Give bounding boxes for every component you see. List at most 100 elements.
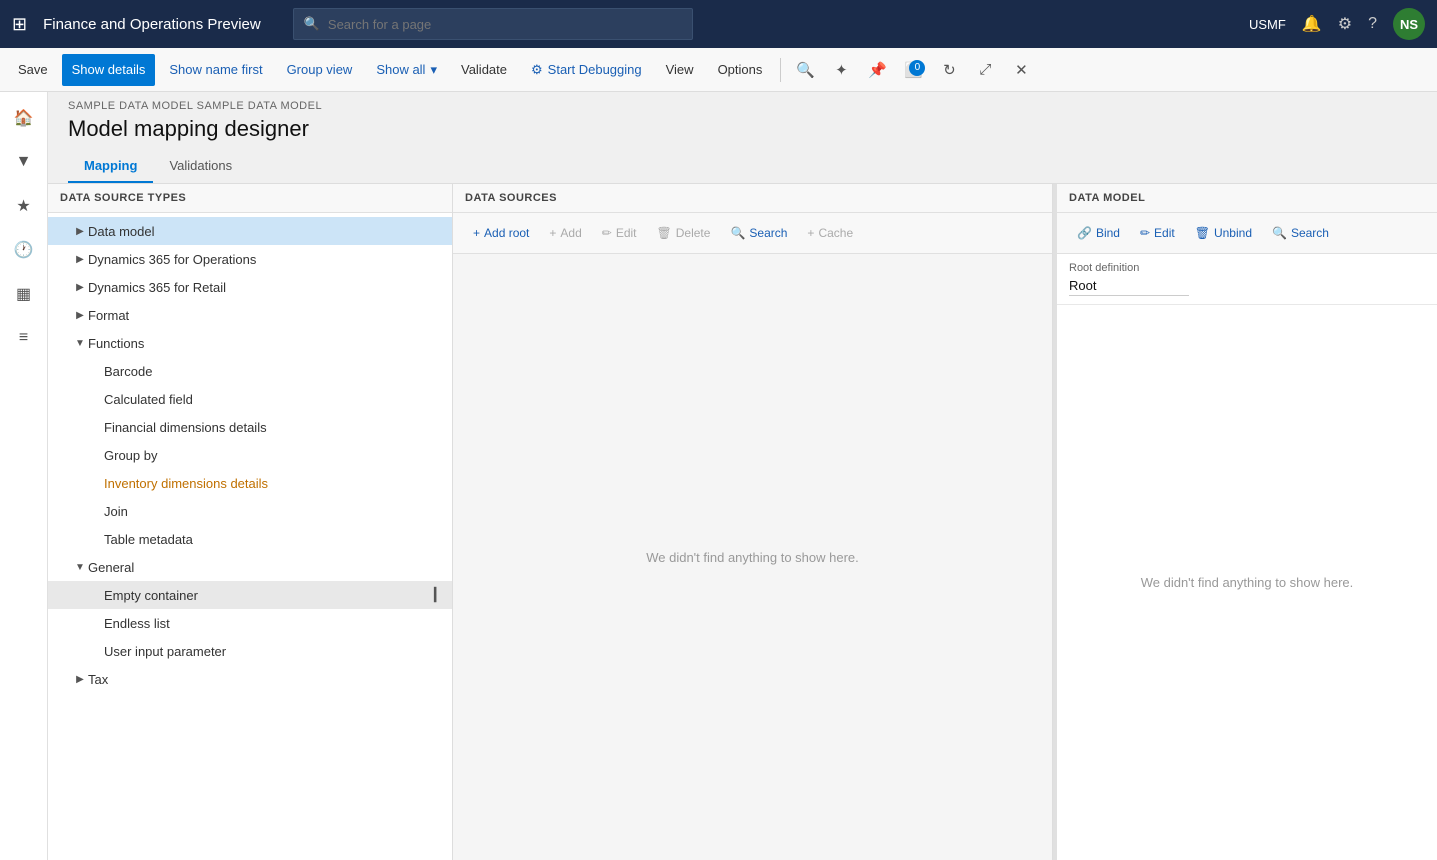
view-button[interactable]: View: [656, 54, 704, 86]
sidebar-filter[interactable]: ▼: [6, 144, 42, 180]
search-toolbar-button[interactable]: 🔍: [789, 54, 821, 86]
toggle-empty-container: [88, 587, 104, 603]
dm-search-button[interactable]: 🔍 Search: [1264, 219, 1337, 247]
notification-icon[interactable]: 🔔: [1302, 14, 1322, 34]
tree-item-tax[interactable]: ▶ Tax: [48, 665, 452, 693]
cache-button[interactable]: + Cache: [799, 219, 861, 247]
ds-search-button[interactable]: 🔍 Search: [722, 219, 795, 247]
unbind-icon: 🗑: [1195, 226, 1210, 240]
label-d365-ops: Dynamics 365 for Operations: [88, 252, 444, 267]
validate-button[interactable]: Validate: [451, 54, 517, 86]
label-calc: Calculated field: [104, 392, 444, 407]
toggle-format: ▶: [72, 307, 88, 323]
dm-edit-icon: ✏: [1140, 226, 1150, 240]
tree-item-data-model[interactable]: ▶ Data model: [48, 217, 452, 245]
panels: DATA SOURCE TYPES ▶ Data model ▶ Dynamic…: [48, 184, 1437, 860]
close-icon-button[interactable]: ✕: [1005, 54, 1037, 86]
global-search-input[interactable]: [328, 17, 682, 32]
toggle-tax: ▶: [72, 671, 88, 687]
app-title: Finance and Operations Preview: [43, 16, 261, 33]
label-empty-container: Empty container: [104, 588, 430, 603]
options-button[interactable]: Options: [708, 54, 773, 86]
show-details-button[interactable]: Show details: [62, 54, 156, 86]
label-data-model: Data model: [88, 224, 444, 239]
settings-icon[interactable]: ⚙: [1338, 14, 1352, 34]
tree-item-user-input[interactable]: User input parameter: [48, 637, 452, 665]
add-button[interactable]: + Add: [541, 219, 589, 247]
ds-toolbar: + Add root + Add ✏ Edit 🗑 Delete: [453, 213, 1052, 254]
tree-item-financial-dim[interactable]: Financial dimensions details: [48, 413, 452, 441]
toggle-barcode: [88, 363, 104, 379]
help-icon[interactable]: ?: [1368, 15, 1377, 33]
add-root-button[interactable]: + Add root: [465, 219, 537, 247]
group-view-button[interactable]: Group view: [277, 54, 363, 86]
app-body: 🏠 ▼ ★ 🕐 ▦ ≡ SAMPLE DATA MODEL SAMPLE DAT…: [0, 92, 1437, 860]
root-def-label: Root definition: [1069, 262, 1425, 274]
edit-button[interactable]: ✏ Edit: [594, 219, 645, 247]
label-functions: Functions: [88, 336, 444, 351]
tree-item-d365-retail[interactable]: ▶ Dynamics 365 for Retail: [48, 273, 452, 301]
toggle-endless: [88, 615, 104, 631]
dm-empty: We didn't find anything to show here.: [1057, 305, 1437, 860]
show-name-first-button[interactable]: Show name first: [159, 54, 272, 86]
bind-button[interactable]: 🔗 Bind: [1069, 219, 1128, 247]
tree-item-inventory-dim[interactable]: Inventory dimensions details: [48, 469, 452, 497]
global-search[interactable]: 🔍: [293, 8, 693, 40]
tree-item-endless-list[interactable]: Endless list: [48, 609, 452, 637]
delete-trash-icon: 🗑: [657, 226, 672, 240]
tab-validations[interactable]: Validations: [153, 150, 248, 183]
dm-edit-button[interactable]: ✏ Edit: [1132, 219, 1183, 247]
tree-item-barcode[interactable]: Barcode: [48, 357, 452, 385]
expand-icon-button[interactable]: ⤢: [969, 54, 1001, 86]
label-findim: Financial dimensions details: [104, 420, 444, 435]
label-tablemeta: Table metadata: [104, 532, 444, 547]
label-invdim: Inventory dimensions details: [104, 476, 444, 491]
show-all-button[interactable]: Show all ▾: [366, 54, 447, 86]
avatar[interactable]: NS: [1393, 8, 1425, 40]
sidebar-history[interactable]: 🕐: [6, 232, 42, 268]
start-debugging-button[interactable]: ⚙ Start Debugging: [521, 54, 652, 86]
ds-panel-header: DATA SOURCES: [453, 184, 1052, 213]
compass-icon-button[interactable]: ✦: [825, 54, 857, 86]
toggle-groupby: [88, 447, 104, 463]
sidebar-list[interactable]: ≡: [6, 320, 42, 356]
label-endless: Endless list: [104, 616, 444, 631]
grid-icon[interactable]: ⊞: [12, 14, 27, 35]
toggle-findim: [88, 419, 104, 435]
delete-button[interactable]: 🗑 Delete: [649, 219, 719, 247]
tree-item-calculated-field[interactable]: Calculated field: [48, 385, 452, 413]
tree-item-format[interactable]: ▶ Format: [48, 301, 452, 329]
pin-icon-button[interactable]: 📌: [861, 54, 893, 86]
debug-icon: ⚙: [531, 62, 543, 78]
dst-panel: DATA SOURCE TYPES ▶ Data model ▶ Dynamic…: [48, 184, 453, 860]
toolbar: Save Show details Show name first Group …: [0, 48, 1437, 92]
search-icon: 🔍: [304, 16, 320, 32]
label-general: General: [88, 560, 444, 575]
tab-mapping[interactable]: Mapping: [68, 150, 153, 183]
dm-panel-header: DATA MODEL: [1057, 184, 1437, 213]
sidebar-favorites[interactable]: ★: [6, 188, 42, 224]
user-label: USMF: [1249, 17, 1286, 32]
tree-item-table-metadata[interactable]: Table metadata: [48, 525, 452, 553]
label-groupby: Group by: [104, 448, 444, 463]
ds-search-icon: 🔍: [730, 226, 745, 240]
tree-area[interactable]: ▶ Data model ▶ Dynamics 365 for Operatio…: [48, 213, 452, 860]
tree-item-general[interactable]: ▼ General: [48, 553, 452, 581]
badge-count: 0: [909, 60, 925, 76]
tree-item-functions[interactable]: ▼ Functions: [48, 329, 452, 357]
root-def-value: Root: [1069, 278, 1189, 296]
dm-search-icon: 🔍: [1272, 226, 1287, 240]
tree-item-join[interactable]: Join: [48, 497, 452, 525]
tree-item-d365-operations[interactable]: ▶ Dynamics 365 for Operations: [48, 245, 452, 273]
unbind-button[interactable]: 🗑 Unbind: [1187, 219, 1260, 247]
save-button[interactable]: Save: [8, 54, 58, 86]
tabs-bar: Mapping Validations: [48, 150, 1437, 184]
refresh-icon-button[interactable]: ↻: [933, 54, 965, 86]
tree-item-group-by[interactable]: Group by: [48, 441, 452, 469]
separator: [780, 58, 781, 82]
tree-item-empty-container[interactable]: Empty container ▎: [48, 581, 452, 609]
breadcrumb: SAMPLE DATA MODEL SAMPLE DATA MODEL: [48, 92, 1437, 112]
label-format: Format: [88, 308, 444, 323]
sidebar-home[interactable]: 🏠: [6, 100, 42, 136]
sidebar-workspace[interactable]: ▦: [6, 276, 42, 312]
